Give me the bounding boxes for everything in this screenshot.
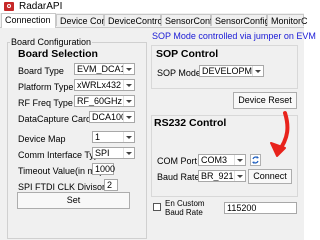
board-type-select[interactable]: EVM_DCA100 <box>74 63 135 75</box>
com-port-select[interactable]: COM3 <box>198 154 246 166</box>
device-map-value: 1 <box>95 132 101 142</box>
app-icon <box>4 2 14 11</box>
board-selection-heading: Board Selection <box>18 48 98 60</box>
baud-rate-value: BR_9216 <box>201 171 239 181</box>
platform-type-select[interactable]: xWRLx432 <box>74 79 135 91</box>
sop-mode-label: SOP Mode <box>157 68 201 78</box>
device-map-label: Device Map <box>18 134 66 144</box>
spi-ftdi-label: SPI FTDI CLK Divisor <box>18 182 106 192</box>
com-port-value: COM3 <box>201 155 228 165</box>
timeout-input[interactable]: 1000 <box>92 163 115 175</box>
device-reset-button[interactable]: Device Reset <box>233 92 297 109</box>
baud-rate-select[interactable]: BR_9216 <box>198 170 246 182</box>
platform-type-value: xWRLx432 <box>77 80 122 90</box>
spi-ftdi-input[interactable]: 2 <box>104 179 118 191</box>
title-bar: RadarAPI <box>0 0 304 13</box>
chevron-down-icon <box>252 66 263 76</box>
custom-baud-checkbox[interactable] <box>153 203 161 211</box>
tab-connection[interactable]: Connection <box>1 13 56 28</box>
connect-button[interactable]: Connect <box>248 169 292 184</box>
custom-baud-label: En Custom Baud Rate <box>165 199 205 217</box>
rf-freq-type-value: RF_60GHz <box>77 96 123 106</box>
device-map-select[interactable]: 1 <box>92 131 135 143</box>
timeout-label: Timeout Value(in ms) <box>18 166 103 176</box>
chevron-down-icon <box>123 80 134 90</box>
chevron-down-icon <box>123 148 134 158</box>
tab-monitorc[interactable]: MonitorC <box>267 14 308 26</box>
tab-sensorconfig1[interactable]: SensorConfig1 <box>211 14 275 26</box>
chevron-down-icon <box>123 96 134 106</box>
custom-baud-input[interactable]: 115200 <box>224 202 297 214</box>
com-port-label: COM Port <box>157 156 198 166</box>
baud-rate-label: Baud Rate <box>157 172 200 182</box>
comm-interface-label: Comm Interface Type <box>18 150 104 160</box>
datacapture-card-select[interactable]: DCA1000 <box>89 111 135 123</box>
chevron-down-icon <box>234 155 245 165</box>
tab-device-control[interactable]: Device Control <box>56 14 119 26</box>
board-configuration-label: Board Configuration <box>10 37 93 47</box>
rf-freq-type-label: RF Freq Type <box>18 98 73 108</box>
tab-bar: Connection Device Control DeviceControl1… <box>0 13 308 28</box>
custom-baud-label-line1: En Custom <box>165 199 205 208</box>
chevron-down-icon <box>234 171 245 181</box>
red-arrow-annotation <box>270 111 290 157</box>
tab-devicecontrol1[interactable]: DeviceControl1 <box>104 14 170 26</box>
board-type-label: Board Type <box>18 66 64 76</box>
comm-interface-select[interactable]: SPI <box>92 147 135 159</box>
refresh-icon[interactable] <box>250 154 261 166</box>
custom-baud-label-line2: Baud Rate <box>165 208 203 217</box>
comm-interface-value: SPI <box>95 148 110 158</box>
rs232-control-heading: RS232 Control <box>154 117 227 129</box>
rf-freq-type-select[interactable]: RF_60GHz <box>74 95 135 107</box>
chevron-down-icon <box>123 64 134 74</box>
chevron-down-icon <box>123 132 134 142</box>
set-button[interactable]: Set <box>17 192 130 209</box>
platform-type-label: Platform Type <box>18 82 74 92</box>
sop-mode-select[interactable]: DEVELOPMEN <box>199 65 264 77</box>
sop-notice: SOP Mode controlled via jumper on EVM <box>152 31 316 41</box>
window-title: RadarAPI <box>19 1 63 12</box>
chevron-down-icon <box>123 112 134 122</box>
tab-sensorconfig[interactable]: SensorConfig <box>161 14 220 26</box>
datacapture-card-label: DataCapture Card <box>18 114 92 124</box>
sop-control-heading: SOP Control <box>156 48 219 60</box>
